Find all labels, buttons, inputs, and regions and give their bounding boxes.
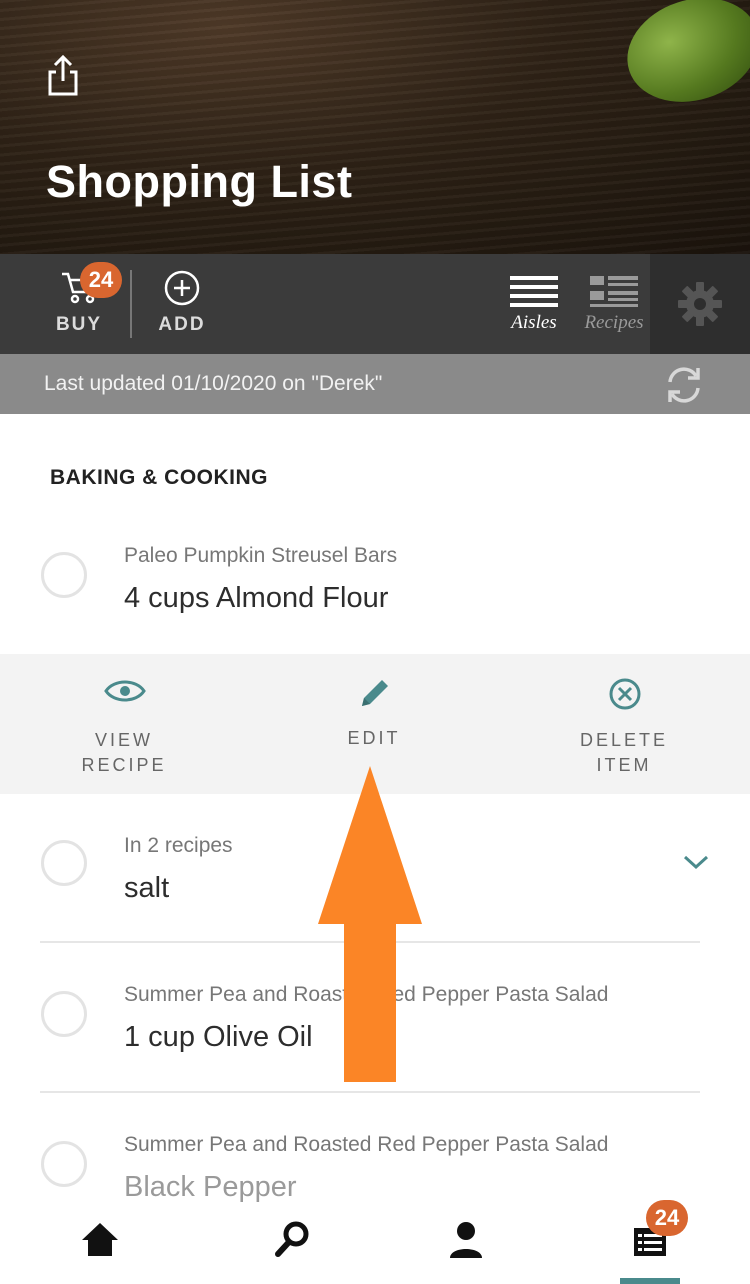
plus-circle-icon <box>164 270 200 306</box>
profile-icon <box>450 1222 482 1258</box>
aisles-view-toggle[interactable]: Aisles <box>494 254 574 354</box>
eye-icon <box>104 680 146 702</box>
annotation-arrow-icon <box>318 766 422 1082</box>
list-item[interactable]: Paleo Pumpkin Streusel Bars 4 cups Almon… <box>0 520 750 650</box>
toolbar-divider <box>130 270 132 338</box>
bottom-navigation: 24 <box>0 1200 750 1284</box>
last-updated-text: Last updated 01/10/2020 on "Derek" <box>44 372 383 395</box>
delete-item-label: DELETE ITEM <box>579 730 669 775</box>
nav-search[interactable] <box>252 1204 332 1284</box>
expand-button[interactable] <box>682 852 710 877</box>
aisles-label: Aisles <box>511 312 557 333</box>
header-banner: Shopping List <box>0 0 750 254</box>
aisles-list-icon <box>510 276 558 307</box>
item-checkbox[interactable] <box>41 840 87 886</box>
sync-button[interactable] <box>662 364 706 411</box>
gear-icon <box>678 282 722 326</box>
item-recipe-source: Paleo Pumpkin Streusel Bars <box>124 544 398 567</box>
item-name: Black Pepper <box>124 1171 297 1203</box>
settings-button[interactable] <box>650 254 750 354</box>
list-toolbar: 24 BUY ADD Aisles Recipes <box>0 254 750 354</box>
edit-label: EDIT <box>347 728 401 748</box>
item-name: 4 cups Almond Flour <box>124 582 389 614</box>
item-recipe-source: In 2 recipes <box>124 834 233 857</box>
sync-status-bar: Last updated 01/10/2020 on "Derek" <box>0 354 750 414</box>
recipes-view-toggle[interactable]: Recipes <box>574 254 654 354</box>
home-icon <box>82 1223 118 1256</box>
nav-profile[interactable] <box>426 1204 506 1284</box>
delete-circle-icon <box>609 678 641 710</box>
aisle-section-title: BAKING & COOKING <box>50 466 268 489</box>
chevron-down-icon <box>683 855 709 870</box>
cart-count-badge: 24 <box>80 262 122 298</box>
active-tab-indicator <box>620 1278 680 1284</box>
add-button[interactable]: ADD <box>152 254 212 354</box>
item-checkbox[interactable] <box>41 1141 87 1187</box>
delete-item-button[interactable]: DELETE ITEM <box>544 654 704 794</box>
pencil-icon <box>362 680 388 706</box>
recipes-grid-icon <box>590 276 638 307</box>
item-checkbox[interactable] <box>41 991 87 1037</box>
buy-label: BUY <box>55 314 103 335</box>
buy-button[interactable]: 24 BUY <box>54 254 134 354</box>
item-recipe-source: Summer Pea and Roasted Red Pepper Pasta … <box>124 1133 609 1156</box>
page-title: Shopping List <box>46 156 353 207</box>
search-icon <box>275 1221 309 1257</box>
refresh-icon <box>668 367 700 403</box>
share-button[interactable] <box>44 54 82 98</box>
recipes-label: Recipes <box>584 312 644 333</box>
item-name: 1 cup Olive Oil <box>124 1021 313 1053</box>
list-item[interactable]: Summer Pea and Roasted Red Pepper Pasta … <box>0 1093 750 1204</box>
item-name: salt <box>124 872 170 904</box>
view-recipe-label: VIEW RECIPE <box>81 730 167 775</box>
item-checkbox[interactable] <box>41 552 87 598</box>
list-count-badge: 24 <box>646 1200 688 1236</box>
add-label: ADD <box>158 314 206 335</box>
share-icon <box>48 54 78 96</box>
view-recipe-button[interactable]: VIEW RECIPE <box>44 654 204 794</box>
nav-shopping-list[interactable]: 24 <box>610 1200 690 1284</box>
nav-home[interactable] <box>60 1204 140 1284</box>
